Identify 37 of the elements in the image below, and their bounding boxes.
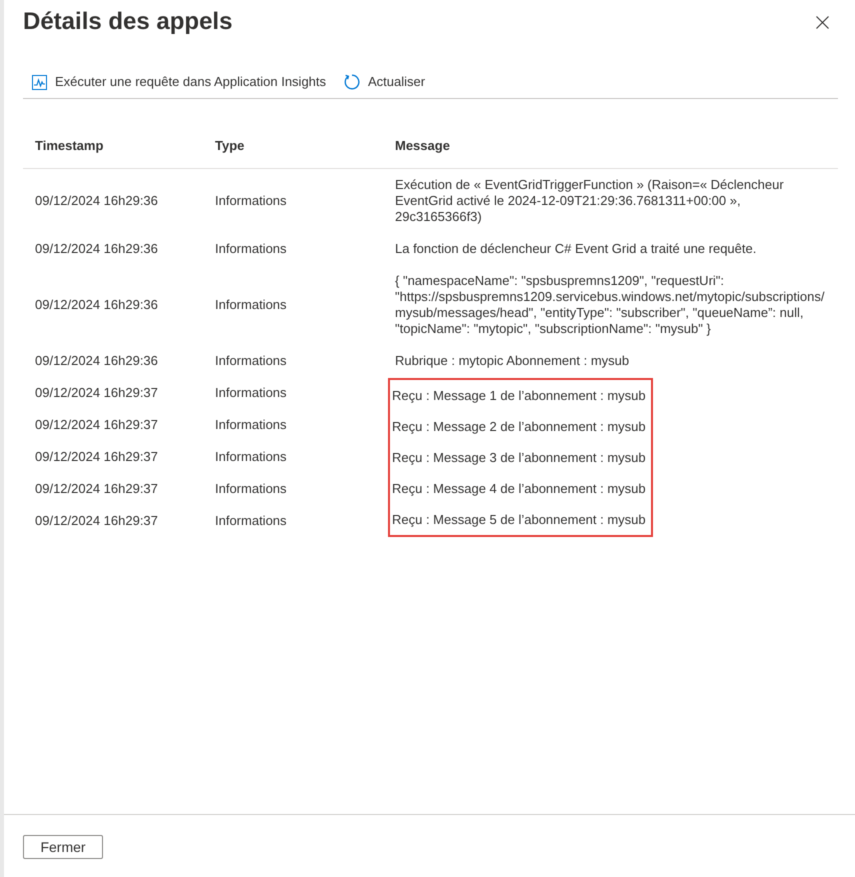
column-header: Timestamp xyxy=(35,138,104,153)
table-cell: 09/12/2024 16h29:36 xyxy=(35,193,158,208)
column-header: Message xyxy=(395,138,450,153)
query-button[interactable]: Exécuter une requête dans Application Insights xyxy=(23,66,336,98)
line-chart-icon xyxy=(32,74,47,90)
table-cell: Reçu : Message 3 de l’abonnement : mysub xyxy=(392,450,646,466)
table-cell: Informations xyxy=(215,193,287,208)
table-cell: La fonction de déclencheur C# Event Grid a traité une requête. xyxy=(395,241,756,257)
table-cell: Informations xyxy=(215,241,287,256)
table-cell: Rubrique : mytopic Abonnement : mysub xyxy=(395,353,630,369)
table-cell: Informations xyxy=(215,481,287,496)
table-cell: Reçu : Message 4 de l’abonnement : mysub xyxy=(392,480,646,496)
refresh-button[interactable]: Actualiser xyxy=(335,66,434,98)
table-cell: 09/12/2024 16h29:37 xyxy=(35,417,158,432)
table-cell: 09/12/2024 16h29:37 xyxy=(35,449,158,464)
dialog-title: Détails des appels xyxy=(23,7,232,37)
table-cell: Informations xyxy=(215,297,287,312)
table-cell: Informations xyxy=(215,513,287,528)
table-cell: { "namespaceName": "spsbuspremns1209", "requestUri": "https://spsbuspremns1209.servicebus.windows.net/mytopic/subscriptions/ mysub/messages/head", "entityType": "subscriber", "queueName”: null, "topicName": "mytopic", "subscriptionName": "mysub" } xyxy=(395,273,824,337)
table-cell: 09/12/2024 16h29:37 xyxy=(35,513,158,528)
table-cell: 09/12/2024 16h29:37 xyxy=(35,481,158,496)
table-cell: Informations xyxy=(215,449,287,464)
close-dialog-button[interactable]: Fermer xyxy=(23,835,103,859)
table-cell: 09/12/2024 16h29:36 xyxy=(35,353,158,368)
table-cell: 09/12/2024 16h29:36 xyxy=(35,241,158,256)
table-cell: Reçu : Message 1 de l’abonnement : mysub xyxy=(392,388,646,404)
table-cell: Informations xyxy=(215,417,287,432)
close-icon xyxy=(816,16,828,28)
table-cell: Informations xyxy=(215,385,287,400)
table-cell: 09/12/2024 16h29:37 xyxy=(35,385,158,400)
table-cell: 09/12/2024 16h29:36 xyxy=(35,297,158,312)
table-cell: Reçu : Message 2 de l’abonnement : mysub xyxy=(392,418,646,434)
table-cell: Informations xyxy=(215,353,287,368)
table-cell: Reçu : Message 5 de l’abonnement : mysub xyxy=(392,512,646,528)
table-cell: Exécution de « EventGridTriggerFunction » (Raison=« Déclencheur EventGrid activé le 2024-12-09T21:29:36.7681311+00:00 », 29c3165366f3) xyxy=(395,177,784,225)
column-header: Type xyxy=(215,138,244,153)
refresh-icon xyxy=(344,74,360,90)
